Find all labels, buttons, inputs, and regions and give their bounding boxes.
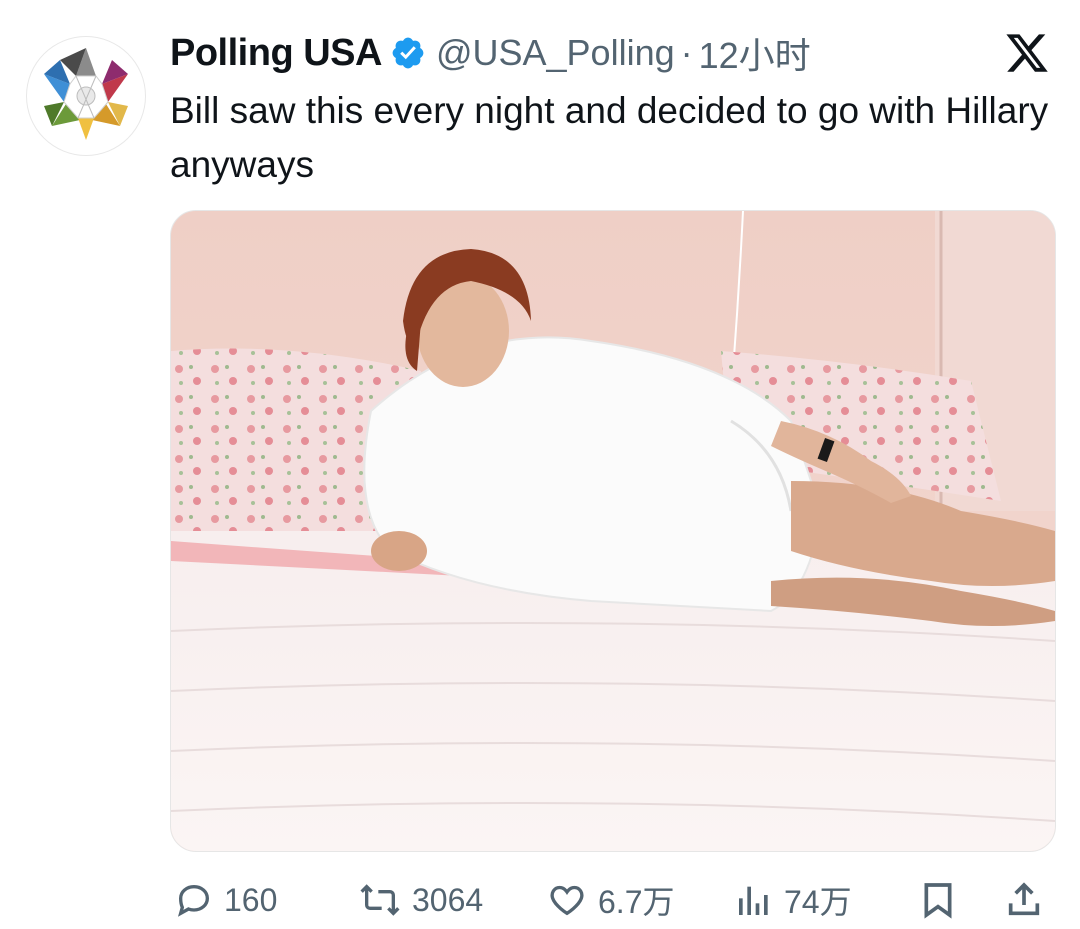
like-count: 6.7万 (598, 884, 675, 920)
retweet-count: 3064 (412, 881, 484, 918)
tweet-header: Polling USA @USA_Polling · 12小时 (170, 28, 811, 78)
share-icon (1008, 882, 1040, 916)
separator-dot: · (680, 32, 693, 73)
tweet-actions-bar: 160 3064 6.7万 74万 (170, 872, 1050, 928)
views-chart-icon (739, 886, 768, 915)
bookmark-button[interactable] (918, 872, 958, 928)
views-button[interactable]: 74万 (734, 872, 852, 928)
verified-badge-icon (392, 37, 424, 69)
reply-button[interactable]: 160 (174, 872, 277, 928)
x-logo-icon[interactable] (1004, 30, 1050, 76)
retweet-button[interactable]: 3064 (358, 872, 483, 928)
tweet-text: Bill saw this every night and decided to… (170, 90, 1049, 185)
views-count: 74万 (784, 884, 852, 920)
tweet-timestamp[interactable]: 12小时 (699, 27, 811, 79)
tweet-card[interactable]: Polling USA @USA_Polling · 12小时 Bill saw… (0, 0, 1080, 929)
author-avatar[interactable] (26, 36, 146, 156)
star-logo-icon (44, 48, 128, 140)
reply-icon (177, 884, 210, 917)
heart-icon (550, 885, 584, 916)
bookmark-icon (924, 883, 952, 919)
bedroom-photo-image (171, 211, 1055, 851)
like-button[interactable]: 6.7万 (546, 872, 675, 928)
retweet-icon (360, 884, 400, 916)
author-handle[interactable]: @USA_Polling (436, 32, 675, 74)
author-display-name[interactable]: Polling USA (170, 32, 382, 75)
share-button[interactable] (1004, 872, 1044, 928)
tweet-photo[interactable] (170, 210, 1056, 852)
reply-count: 160 (224, 881, 278, 918)
